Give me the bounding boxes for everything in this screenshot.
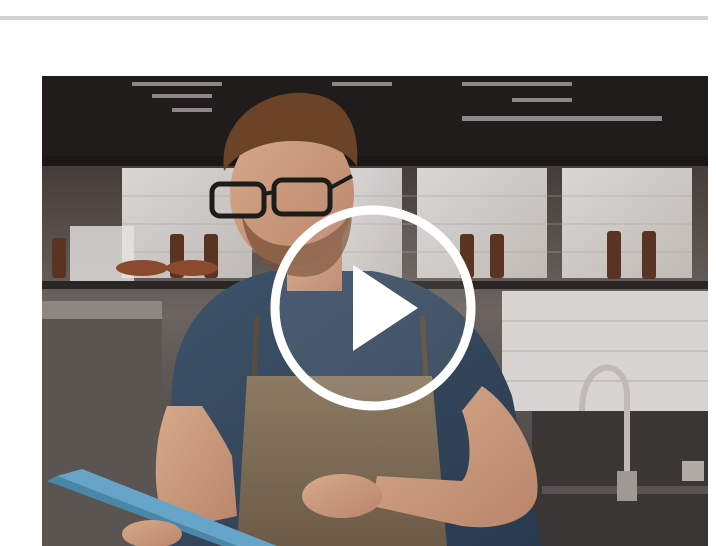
video-player[interactable] [42,76,708,546]
play-button[interactable] [268,203,478,413]
page [0,0,716,546]
play-icon [270,205,476,411]
top-divider [0,16,708,20]
